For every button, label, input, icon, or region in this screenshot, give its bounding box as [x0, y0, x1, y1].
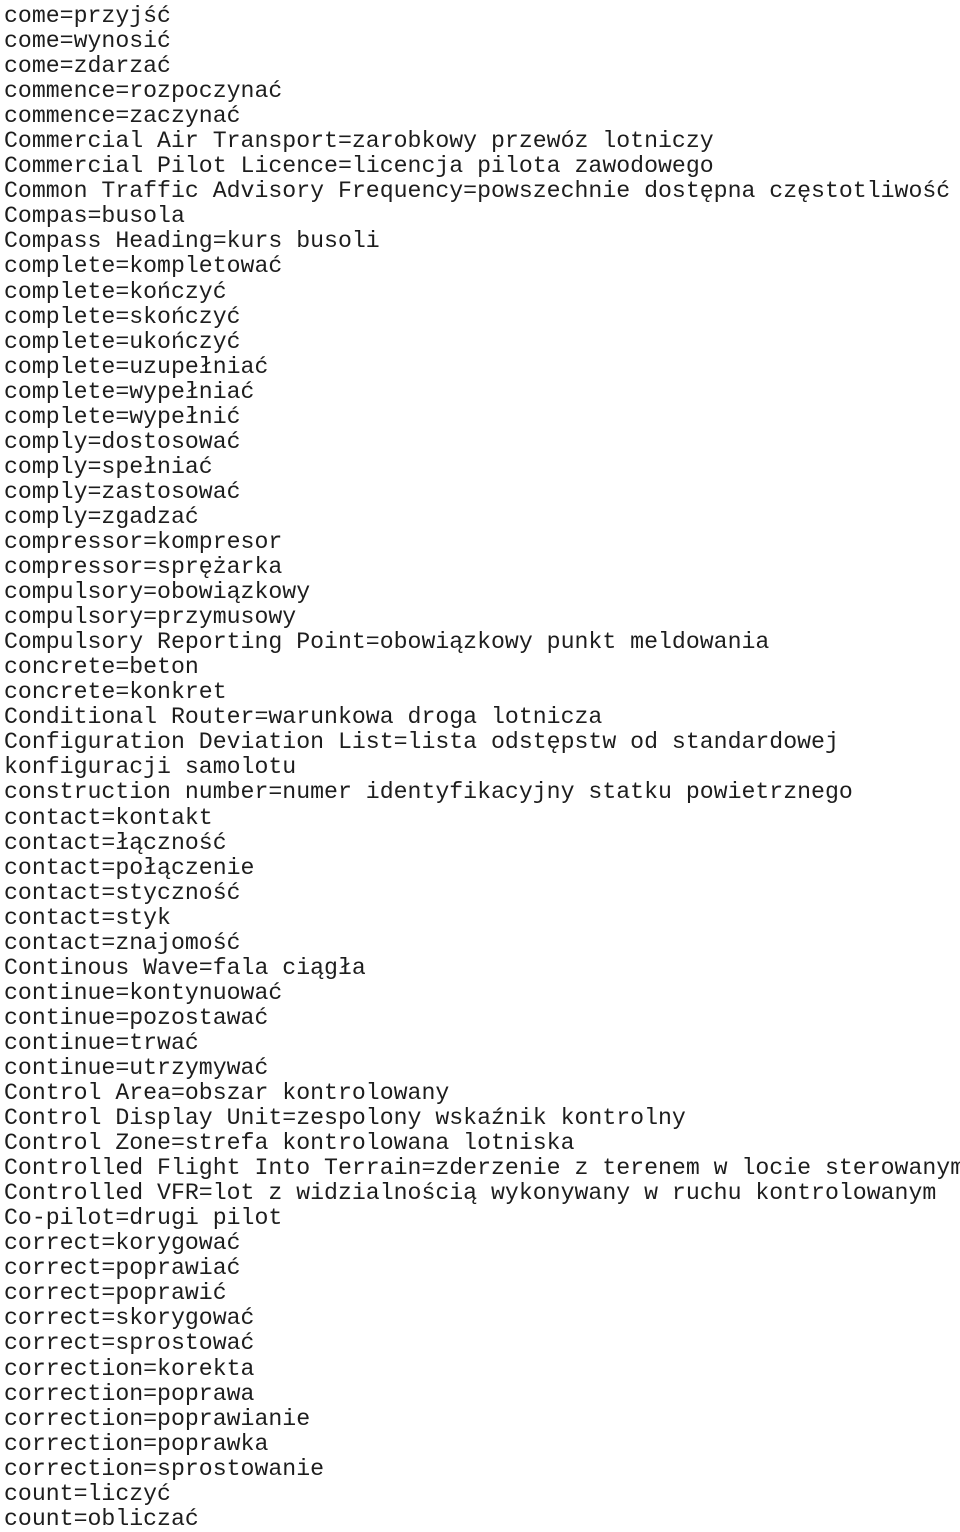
glossary-entry: complete=skończyć	[4, 303, 241, 330]
glossary-entry: correct=poprawiać	[4, 1255, 241, 1282]
glossary-entry: count=obliczać	[4, 1505, 199, 1532]
glossary-entry: Compass Heading=kurs busoli	[4, 228, 380, 255]
glossary-entry: Compulsory Reporting Point=obowiązkowy p…	[4, 629, 770, 656]
glossary-entry: Commercial Air Transport=zarobkowy przew…	[4, 128, 714, 155]
glossary-entry: count=liczyć	[4, 1480, 171, 1507]
glossary-entry: Control Display Unit=zespolony wskaźnik …	[4, 1105, 686, 1132]
glossary-entry: commence=zaczynać	[4, 103, 241, 130]
glossary-entry: construction number=numer identyfikacyjn…	[4, 779, 853, 806]
glossary-entry: Common Traffic Advisory Frequency=powsze…	[4, 178, 951, 205]
glossary-entry: correction=poprawianie	[4, 1405, 311, 1432]
glossary-entry: correction=korekta	[4, 1355, 255, 1382]
glossary-entry: correct=poprawić	[4, 1280, 227, 1307]
glossary-entry: continue=trwać	[4, 1029, 199, 1056]
glossary-entry-list: come=przyjść come=wynosić come=zdarzać comm…	[4, 3, 960, 1532]
glossary-entry: complete=wypełniać	[4, 378, 255, 405]
glossary-entry: comply=zastosować	[4, 478, 241, 505]
glossary-entry: correct=skorygować	[4, 1305, 255, 1332]
glossary-entry: Control Area=obszar kontrolowany	[4, 1080, 450, 1107]
glossary-entry: commence=rozpoczynać	[4, 78, 283, 105]
glossary-entry: Configuration Deviation List=lista odstę…	[4, 729, 853, 781]
glossary-entry: correction=poprawa	[4, 1380, 255, 1407]
glossary-entry: continue=kontynuować	[4, 979, 283, 1006]
glossary-entry: Control Zone=strefa kontrolowana lotnisk…	[4, 1130, 575, 1157]
glossary-entry: Controlled Flight Into Terrain=zderzenie…	[4, 1155, 960, 1182]
glossary-entry: contact=znajomość	[4, 929, 241, 956]
glossary-entry: contact=styk	[4, 904, 171, 931]
glossary-page: come=przyjść come=wynosić come=zdarzać comm…	[0, 0, 960, 1531]
glossary-entry: concrete=beton	[4, 654, 199, 681]
glossary-entry: continue=utrzymywać	[4, 1054, 269, 1081]
glossary-entry: comply=dostosować	[4, 428, 241, 455]
glossary-entry: compressor=kompresor	[4, 528, 283, 555]
glossary-entry: correct=korygować	[4, 1230, 241, 1257]
glossary-entry: compulsory=obowiązkowy	[4, 579, 311, 606]
glossary-entry: come=wynosić	[4, 28, 171, 55]
glossary-entry: comply=zgadzać	[4, 503, 199, 530]
glossary-entry: contact=kontakt	[4, 804, 213, 831]
glossary-entry: Co-pilot=drugi pilot	[4, 1205, 283, 1232]
glossary-entry: comply=spełniać	[4, 453, 213, 480]
glossary-entry: contact=łączność	[4, 829, 227, 856]
glossary-entry: continue=pozostawać	[4, 1004, 269, 1031]
glossary-entry: complete=wypełnić	[4, 403, 241, 430]
glossary-entry: complete=kończyć	[4, 278, 227, 305]
glossary-entry: Conditional Router=warunkowa droga lotni…	[4, 704, 603, 731]
glossary-entry: Commercial Pilot Licence=licencja pilota…	[4, 153, 714, 180]
glossary-entry: correction=sprostowanie	[4, 1455, 325, 1482]
glossary-entry: correct=sprostować	[4, 1330, 255, 1357]
glossary-entry: come=przyjść	[4, 3, 171, 29]
glossary-entry: Compas=busola	[4, 203, 185, 230]
glossary-entry: compulsory=przymusowy	[4, 604, 297, 631]
glossary-entry: come=zdarzać	[4, 53, 171, 80]
glossary-entry: complete=uzupełniać	[4, 353, 269, 380]
glossary-entry: contact=połączenie	[4, 854, 255, 881]
glossary-entry: concrete=konkret	[4, 679, 227, 706]
glossary-entry: complete=ukończyć	[4, 328, 241, 355]
glossary-entry: contact=styczność	[4, 879, 241, 906]
glossary-entry: compressor=sprężarka	[4, 554, 283, 581]
glossary-entry: correction=poprawka	[4, 1430, 269, 1457]
glossary-entry: Continous Wave=fala ciągła	[4, 954, 366, 981]
glossary-entry: complete=kompletować	[4, 253, 283, 280]
glossary-entry: Controlled VFR=lot z widzialnością wykon…	[4, 1180, 937, 1207]
